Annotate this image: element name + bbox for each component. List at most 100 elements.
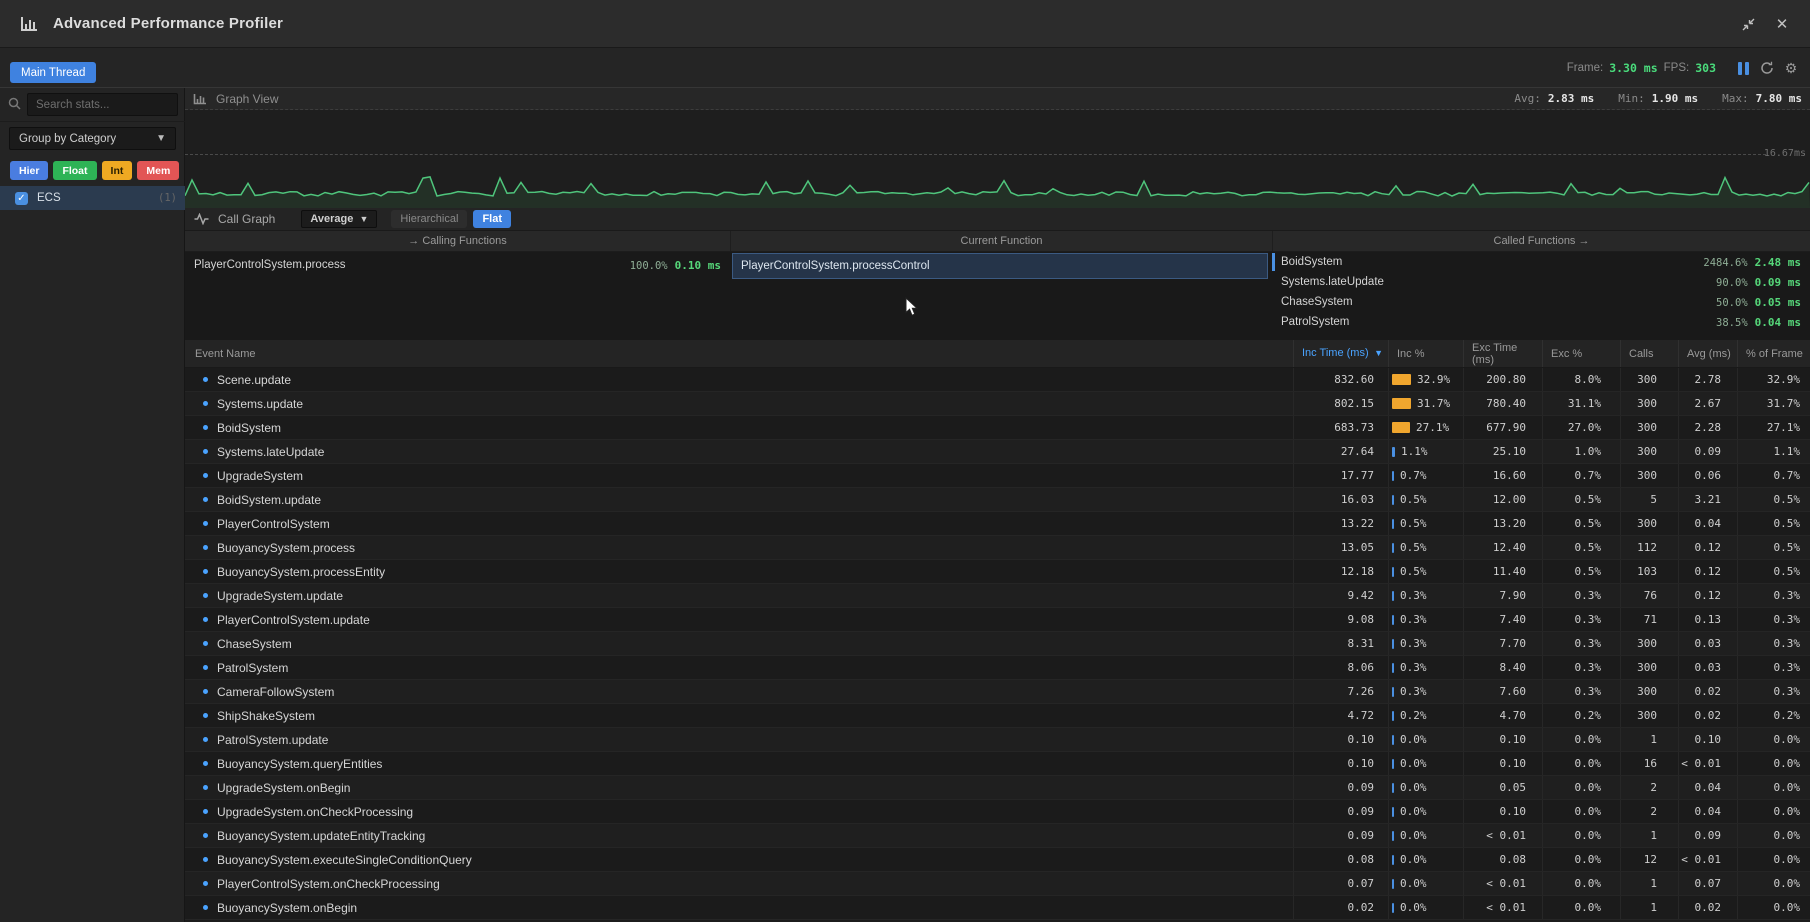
table-row[interactable]: Systems.update802.1531.7%780.4031.1%3002…	[185, 392, 1810, 416]
close-icon[interactable]: ✕	[1772, 14, 1792, 34]
column-header-event-name[interactable]: Event Name	[185, 340, 1293, 367]
table-row[interactable]: BuoyancySystem.processEntity12.180.5%11.…	[185, 560, 1810, 584]
event-name-cell: BuoyancySystem.processEntity	[185, 560, 1293, 583]
called-functions-list: BoidSystem2484.6%2.48 msSystems.lateUpda…	[1272, 252, 1810, 340]
function-pct: 2484.6%	[1703, 257, 1747, 269]
view-button-flat[interactable]: Flat	[473, 210, 511, 228]
table-row[interactable]: PlayerControlSystem.onCheckProcessing0.0…	[185, 872, 1810, 896]
fps-label: FPS:	[1664, 62, 1690, 74]
inc-pct-cell: 0.2%	[1388, 704, 1463, 727]
column-header-avg[interactable]: Avg (ms)	[1678, 340, 1737, 367]
table-row[interactable]: UpgradeSystem.update9.420.3%7.900.3%760.…	[185, 584, 1810, 608]
table-row[interactable]: Systems.lateUpdate27.641.1%25.101.0%3000…	[185, 440, 1810, 464]
filter-chip-float[interactable]: Float	[53, 161, 96, 180]
activity-pulse-icon	[194, 213, 209, 225]
table-row[interactable]: UpgradeSystem.onCheckProcessing0.090.0%0…	[185, 800, 1810, 824]
avg-cell: 0.10	[1678, 728, 1737, 751]
exc-pct-cell: 0.5%	[1542, 560, 1620, 583]
exc-pct-cell: 0.0%	[1542, 752, 1620, 775]
frame-pct-cell: 0.3%	[1737, 680, 1810, 703]
filter-chip-mem[interactable]: Mem	[137, 161, 179, 180]
table-row[interactable]: ChaseSystem8.310.3%7.700.3%3000.030.3%	[185, 632, 1810, 656]
column-header-inc-time[interactable]: Inc Time (ms) ▼	[1293, 340, 1388, 367]
checkbox-checked-icon[interactable]: ✓	[15, 192, 28, 205]
column-header-exc-time[interactable]: Exc Time (ms)	[1463, 340, 1542, 367]
category-count: (1)	[158, 192, 177, 204]
called-function-item[interactable]: PatrolSystem38.5%0.04 ms	[1272, 312, 1810, 332]
exc-time-cell: < 0.01	[1463, 896, 1542, 919]
exc-time-cell: 7.40	[1463, 608, 1542, 631]
column-header-calls[interactable]: Calls	[1620, 340, 1678, 367]
stats-table-header: Event Name Inc Time (ms) ▼ Inc % Exc Tim…	[185, 340, 1810, 368]
table-row[interactable]: ShipShakeSystem4.720.2%4.700.2%3000.020.…	[185, 704, 1810, 728]
event-bullet-icon	[203, 737, 208, 742]
filter-chip-int[interactable]: Int	[102, 161, 133, 180]
event-name-cell: PlayerControlSystem	[185, 512, 1293, 535]
table-row[interactable]: Scene.update832.6032.9%200.808.0%3002.78…	[185, 368, 1810, 392]
calling-function-item[interactable]: PlayerControlSystem.process100.0%0.10 ms	[185, 252, 730, 278]
event-name-cell: ChaseSystem	[185, 632, 1293, 655]
tab-main-thread[interactable]: Main Thread	[10, 62, 96, 83]
call-graph-title: Call Graph	[218, 212, 275, 226]
called-function-item[interactable]: BoidSystem2484.6%2.48 ms	[1272, 252, 1810, 272]
inc-pct-cell: 0.3%	[1388, 680, 1463, 703]
column-header-frame-pct[interactable]: % of Frame	[1737, 340, 1810, 367]
called-function-item[interactable]: Systems.lateUpdate90.0%0.09 ms	[1272, 272, 1810, 292]
current-function-item[interactable]: PlayerControlSystem.processControl	[732, 253, 1268, 279]
inc-pct-value: 31.7%	[1417, 397, 1450, 410]
category-list: ✓ECS(1)	[0, 186, 185, 210]
inc-time-cell: 12.18	[1293, 560, 1388, 583]
avg-cell: 0.03	[1678, 632, 1737, 655]
called-function-item[interactable]: ChaseSystem50.0%0.05 ms	[1272, 292, 1810, 312]
table-row[interactable]: PatrolSystem.update0.100.0%0.100.0%10.10…	[185, 728, 1810, 752]
category-item-ecs[interactable]: ✓ECS(1)	[0, 186, 185, 210]
group-by-select[interactable]: Group by Category ▼	[9, 127, 176, 150]
inc-time-cell: 13.22	[1293, 512, 1388, 535]
avg-cell: 0.13	[1678, 608, 1737, 631]
table-row[interactable]: PatrolSystem8.060.3%8.400.3%3000.030.3%	[185, 656, 1810, 680]
pause-icon[interactable]	[1734, 59, 1752, 77]
function-name: BoidSystem	[1281, 256, 1342, 268]
event-name: PatrolSystem	[217, 661, 288, 675]
frame-pct-cell: 0.3%	[1737, 632, 1810, 655]
table-row[interactable]: UpgradeSystem17.770.7%16.600.7%3000.060.…	[185, 464, 1810, 488]
inc-pct-cell: 0.3%	[1388, 584, 1463, 607]
function-values: 100.0%0.10 ms	[630, 259, 721, 272]
average-mode-select[interactable]: Average ▼	[301, 210, 377, 228]
table-row[interactable]: BuoyancySystem.queryEntities0.100.0%0.10…	[185, 752, 1810, 776]
table-row[interactable]: PlayerControlSystem13.220.5%13.200.5%300…	[185, 512, 1810, 536]
search-input[interactable]	[27, 93, 178, 116]
event-name: UpgradeSystem.update	[217, 589, 343, 603]
view-button-hierarchical[interactable]: Hierarchical	[391, 210, 467, 228]
frame-pct-cell: 0.5%	[1737, 536, 1810, 559]
inc-time-cell: 9.42	[1293, 584, 1388, 607]
table-row[interactable]: BoidSystem.update16.030.5%12.000.5%53.21…	[185, 488, 1810, 512]
frame-pct-cell: 0.0%	[1737, 752, 1810, 775]
table-row[interactable]: PlayerControlSystem.update9.080.3%7.400.…	[185, 608, 1810, 632]
inc-pct-cell: 0.3%	[1388, 608, 1463, 631]
calls-cell: 300	[1620, 392, 1678, 415]
column-header-exc-pct[interactable]: Exc %	[1542, 340, 1620, 367]
refresh-icon[interactable]	[1758, 59, 1776, 77]
table-row[interactable]: BuoyancySystem.onBegin0.020.0%< 0.010.0%…	[185, 896, 1810, 920]
exc-pct-cell: 0.0%	[1542, 800, 1620, 823]
settings-gear-icon[interactable]: ⚙	[1782, 59, 1800, 77]
frame-pct-cell: 0.0%	[1737, 824, 1810, 847]
table-row[interactable]: BoidSystem683.7327.1%677.9027.0%3002.282…	[185, 416, 1810, 440]
exc-pct-cell: 8.0%	[1542, 368, 1620, 391]
calls-cell: 103	[1620, 560, 1678, 583]
column-header-inc-pct[interactable]: Inc %	[1388, 340, 1463, 367]
table-row[interactable]: BuoyancySystem.process13.050.5%12.400.5%…	[185, 536, 1810, 560]
table-row[interactable]: CameraFollowSystem7.260.3%7.600.3%3000.0…	[185, 680, 1810, 704]
table-row[interactable]: BuoyancySystem.updateEntityTracking0.090…	[185, 824, 1810, 848]
filter-chip-hier[interactable]: Hier	[10, 161, 48, 180]
stats-table-body: Scene.update832.6032.9%200.808.0%3002.78…	[185, 368, 1810, 922]
calls-cell: 1	[1620, 896, 1678, 919]
table-row[interactable]: UpgradeSystem.onBegin0.090.0%0.050.0%20.…	[185, 776, 1810, 800]
event-name: Systems.update	[217, 397, 303, 411]
calls-cell: 300	[1620, 512, 1678, 535]
table-row[interactable]: BuoyancySystem.executeSingleConditionQue…	[185, 848, 1810, 872]
minimize-icon[interactable]	[1738, 14, 1758, 34]
inc-pct-cell: 1.1%	[1388, 440, 1463, 463]
exc-pct-cell: 0.3%	[1542, 608, 1620, 631]
